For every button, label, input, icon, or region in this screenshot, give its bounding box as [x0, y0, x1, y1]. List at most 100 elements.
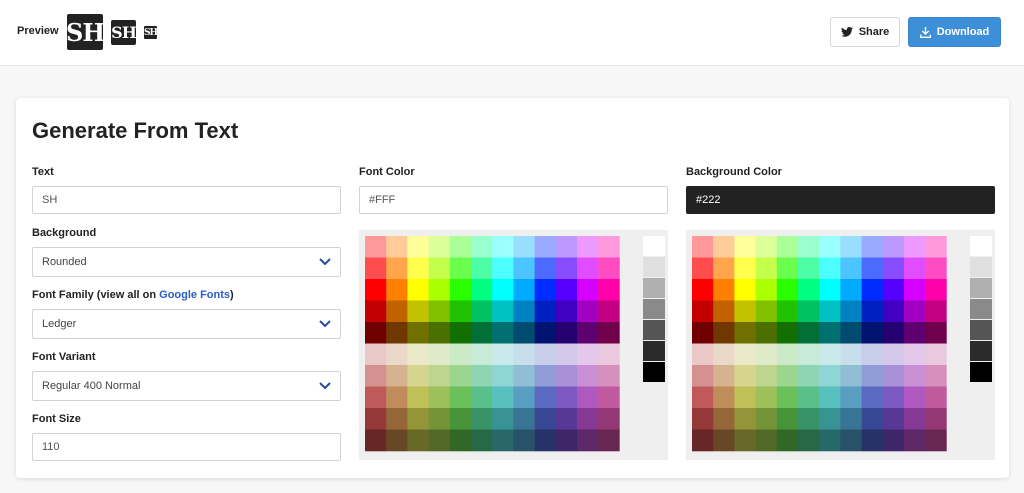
color-swatch[interactable]: [755, 408, 778, 430]
gray-swatch[interactable]: [970, 299, 992, 319]
color-swatch[interactable]: [819, 279, 841, 301]
color-swatch[interactable]: [513, 429, 535, 452]
color-swatch[interactable]: [449, 257, 472, 280]
font-size-input[interactable]: 110: [32, 433, 341, 461]
color-swatch[interactable]: [407, 429, 429, 452]
color-swatch[interactable]: [386, 365, 408, 387]
color-swatch[interactable]: [734, 257, 756, 280]
color-swatch[interactable]: [734, 279, 756, 301]
color-swatch[interactable]: [471, 322, 493, 344]
color-swatch[interactable]: [365, 365, 387, 387]
color-swatch[interactable]: [755, 365, 778, 387]
color-swatch[interactable]: [471, 408, 493, 430]
color-swatch[interactable]: [577, 300, 599, 323]
color-swatch[interactable]: [755, 257, 778, 280]
color-swatch[interactable]: [534, 257, 557, 280]
color-swatch[interactable]: [386, 386, 408, 409]
color-swatch[interactable]: [798, 236, 820, 258]
color-swatch[interactable]: [925, 300, 947, 323]
color-swatch[interactable]: [492, 343, 514, 366]
color-swatch[interactable]: [386, 408, 408, 430]
color-swatch[interactable]: [925, 365, 947, 387]
color-swatch[interactable]: [734, 408, 756, 430]
google-fonts-link[interactable]: Google Fonts: [159, 289, 230, 301]
color-swatch[interactable]: [819, 408, 841, 430]
color-swatch[interactable]: [798, 279, 820, 301]
color-swatch[interactable]: [882, 343, 905, 366]
color-swatch[interactable]: [598, 257, 620, 280]
color-swatch[interactable]: [713, 429, 735, 452]
color-swatch[interactable]: [598, 300, 620, 323]
color-swatch[interactable]: [861, 322, 884, 344]
color-swatch[interactable]: [798, 408, 820, 430]
color-swatch[interactable]: [840, 429, 862, 452]
color-swatch[interactable]: [555, 257, 578, 280]
color-swatch[interactable]: [861, 343, 884, 366]
color-swatch[interactable]: [904, 279, 926, 301]
color-swatch[interactable]: [513, 300, 535, 323]
gray-swatch[interactable]: [970, 278, 992, 298]
color-swatch[interactable]: [513, 236, 535, 258]
color-swatch[interactable]: [755, 429, 778, 452]
color-swatch[interactable]: [513, 322, 535, 344]
color-swatch[interactable]: [555, 236, 578, 258]
color-swatch[interactable]: [449, 322, 472, 344]
color-swatch[interactable]: [840, 322, 862, 344]
color-swatch[interactable]: [513, 343, 535, 366]
font-color-swatch-grid[interactable]: [365, 236, 623, 454]
share-button[interactable]: Share: [830, 17, 900, 47]
color-swatch[interactable]: [776, 279, 799, 301]
color-swatch[interactable]: [925, 257, 947, 280]
gray-swatch[interactable]: [643, 299, 665, 319]
color-swatch[interactable]: [692, 365, 714, 387]
color-swatch[interactable]: [776, 236, 799, 258]
color-swatch[interactable]: [819, 429, 841, 452]
color-swatch[interactable]: [904, 257, 926, 280]
color-swatch[interactable]: [449, 279, 472, 301]
color-swatch[interactable]: [713, 322, 735, 344]
color-swatch[interactable]: [471, 236, 493, 258]
color-swatch[interactable]: [840, 257, 862, 280]
color-swatch[interactable]: [428, 365, 451, 387]
color-swatch[interactable]: [534, 429, 557, 452]
color-swatch[interactable]: [555, 429, 578, 452]
color-swatch[interactable]: [492, 408, 514, 430]
color-swatch[interactable]: [713, 343, 735, 366]
color-swatch[interactable]: [755, 343, 778, 366]
color-swatch[interactable]: [904, 236, 926, 258]
color-swatch[interactable]: [555, 279, 578, 301]
color-swatch[interactable]: [513, 279, 535, 301]
color-swatch[interactable]: [449, 429, 472, 452]
color-swatch[interactable]: [713, 386, 735, 409]
color-swatch[interactable]: [365, 429, 387, 452]
font-color-input[interactable]: #FFF: [359, 186, 668, 214]
gray-swatch[interactable]: [970, 257, 992, 277]
color-swatch[interactable]: [365, 300, 387, 323]
color-swatch[interactable]: [819, 386, 841, 409]
color-swatch[interactable]: [840, 365, 862, 387]
color-swatch[interactable]: [471, 429, 493, 452]
color-swatch[interactable]: [925, 236, 947, 258]
color-swatch[interactable]: [819, 365, 841, 387]
color-swatch[interactable]: [555, 300, 578, 323]
gray-swatch[interactable]: [643, 278, 665, 298]
gray-swatch[interactable]: [970, 236, 992, 256]
color-swatch[interactable]: [925, 343, 947, 366]
color-swatch[interactable]: [365, 257, 387, 280]
color-swatch[interactable]: [692, 386, 714, 409]
background-color-gray-swatches[interactable]: [970, 236, 992, 386]
color-swatch[interactable]: [428, 279, 451, 301]
color-swatch[interactable]: [840, 300, 862, 323]
color-swatch[interactable]: [713, 257, 735, 280]
color-swatch[interactable]: [386, 300, 408, 323]
color-swatch[interactable]: [713, 300, 735, 323]
color-swatch[interactable]: [925, 279, 947, 301]
color-swatch[interactable]: [713, 365, 735, 387]
color-swatch[interactable]: [428, 300, 451, 323]
color-swatch[interactable]: [386, 343, 408, 366]
color-swatch[interactable]: [577, 279, 599, 301]
color-swatch[interactable]: [407, 279, 429, 301]
color-swatch[interactable]: [882, 408, 905, 430]
color-swatch[interactable]: [471, 386, 493, 409]
color-swatch[interactable]: [734, 236, 756, 258]
